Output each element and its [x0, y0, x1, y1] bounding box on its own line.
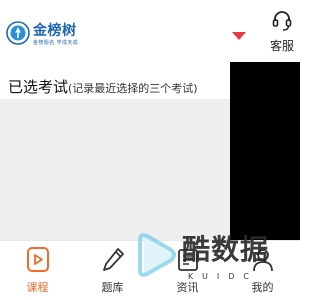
black-overlay-panel: [230, 70, 300, 240]
header-spacer: [0, 62, 230, 70]
customer-service-button[interactable]: 客服: [264, 8, 300, 56]
watermark-subtext: KUIDC: [188, 272, 258, 281]
watermark: 酷数据 KUIDC: [130, 228, 290, 288]
pencil-icon: [103, 248, 124, 271]
headset-icon: [272, 11, 292, 31]
exam-dropdown-caret-icon[interactable]: [232, 32, 246, 40]
selected-exams-title-text: 已选考试: [8, 78, 69, 96]
logo-emblem-icon: [6, 21, 30, 45]
tab-courses-label: 课程: [26, 281, 49, 294]
selected-exams-bar: 已选考试(记录最近选择的三个考试): [0, 70, 230, 100]
selected-exams-hint: (记录最近选择的三个考试): [68, 82, 198, 95]
brand-logo: 金榜树 金榜题名 学成天成: [6, 18, 92, 52]
customer-service-label: 客服: [269, 39, 294, 53]
play-icon: [27, 247, 49, 272]
tab-courses[interactable]: 课程: [0, 241, 75, 300]
logo-name: 金榜树: [33, 23, 77, 39]
black-overlay-top: [230, 62, 300, 70]
watermark-play-logo-icon: [138, 233, 176, 277]
top-header: 金榜树 金榜题名 学成天成 客服: [0, 0, 300, 62]
logo-tagline: 金榜题名 学成天成: [33, 40, 79, 46]
exam-list-area: [0, 100, 230, 240]
watermark-text: 酷数据: [182, 233, 270, 266]
app-screen: 金榜树 金榜题名 学成天成 客服 已选考试(记录最近选择的三个考试) 课程 题库…: [0, 0, 300, 300]
selected-exams-title: 已选考试(记录最近选择的三个考试): [8, 76, 198, 97]
